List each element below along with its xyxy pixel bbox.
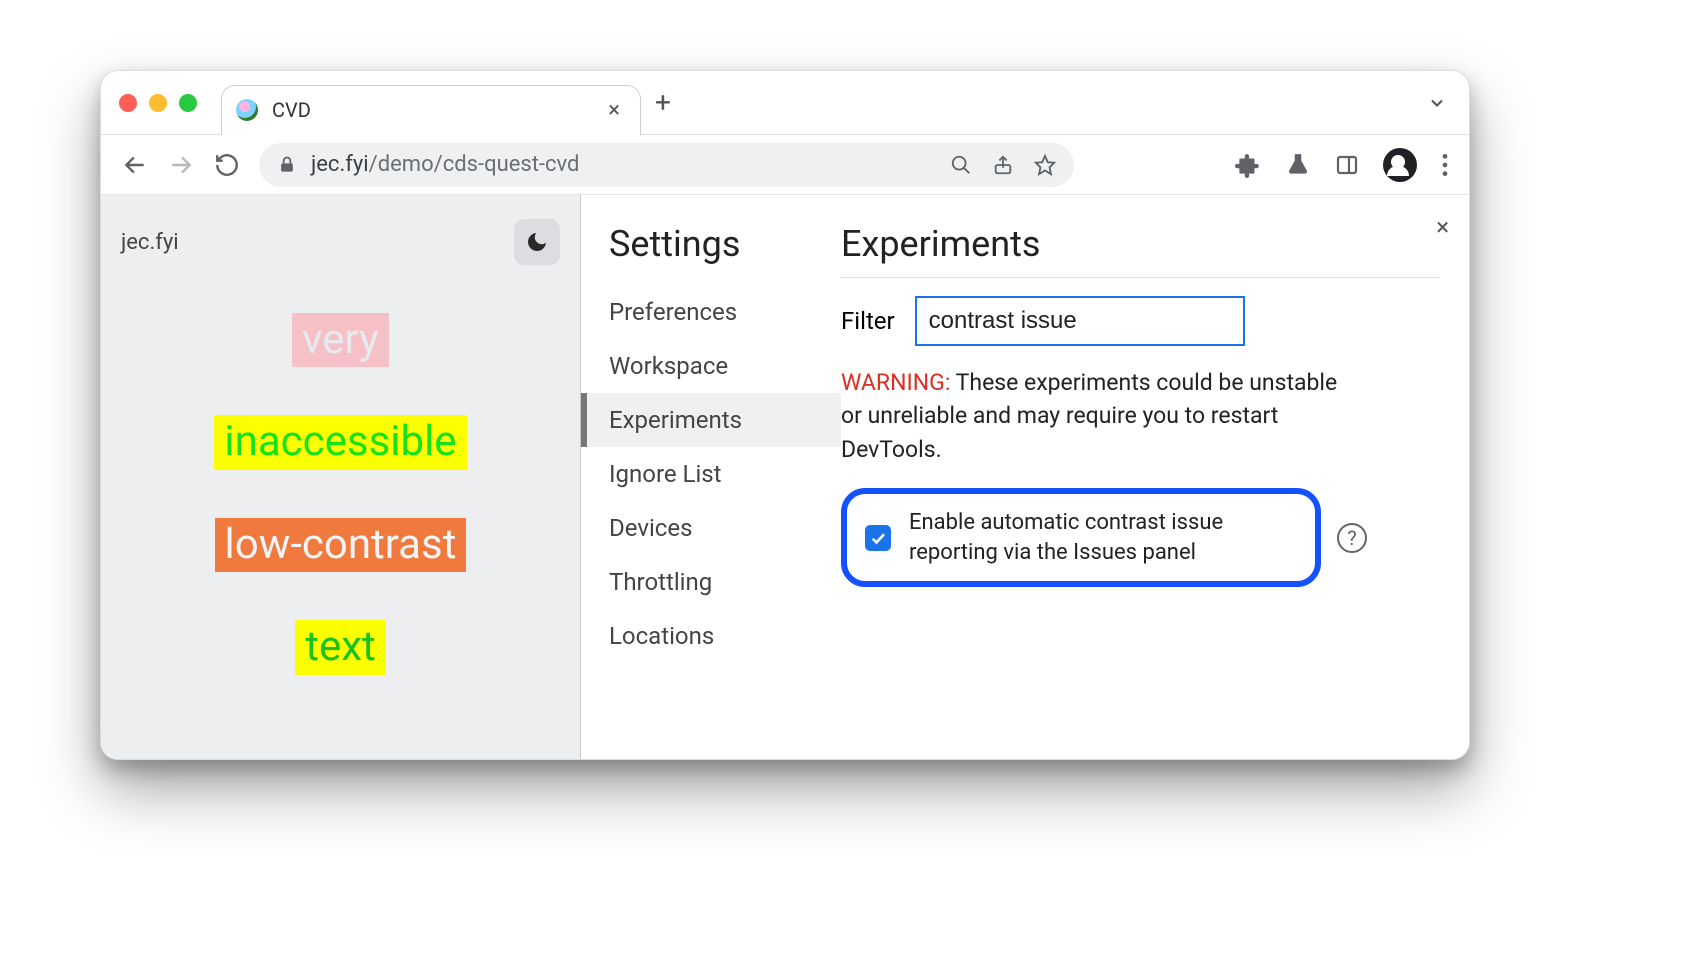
menu-item-throttling[interactable]: Throttling (581, 555, 841, 609)
site-title: jec.fyi (121, 230, 179, 255)
close-window-button[interactable] (119, 94, 137, 112)
titlebar: CVD × + (101, 71, 1469, 135)
settings-main: Experiments Filter WARNING: These experi… (841, 195, 1469, 759)
moon-icon (525, 230, 549, 254)
share-icon[interactable] (992, 154, 1014, 176)
experiment-label: Enable automatic contrast issue reportin… (909, 508, 1297, 567)
menu-item-locations[interactable]: Locations (581, 609, 841, 663)
omnibox-actions (950, 154, 1056, 176)
labs-flask-icon[interactable] (1285, 152, 1311, 178)
bookmark-star-icon[interactable] (1034, 154, 1056, 176)
menu-item-experiments[interactable]: Experiments (581, 393, 841, 447)
help-icon[interactable]: ? (1337, 523, 1367, 553)
browser-window: CVD × + jec.fyi/demo/cds-quest-cvd (100, 70, 1470, 760)
minimize-window-button[interactable] (149, 94, 167, 112)
panel-title: Experiments (841, 223, 1439, 278)
page-header: jec.fyi (121, 219, 560, 265)
url-host: jec.fyi (311, 152, 369, 177)
toolbar: jec.fyi/demo/cds-quest-cvd (101, 135, 1469, 195)
extensions-icon[interactable] (1235, 152, 1261, 178)
menu-item-ignore-list[interactable]: Ignore List (581, 447, 841, 501)
side-panel-icon[interactable] (1335, 153, 1359, 177)
settings-sidebar: Settings Preferences Workspace Experimen… (581, 195, 841, 759)
experiment-highlight: Enable automatic contrast issue reportin… (841, 488, 1321, 587)
dark-mode-toggle[interactable] (514, 219, 560, 265)
webpage-pane: jec.fyi very inaccessible low-contrast t… (101, 195, 581, 759)
zoom-icon[interactable] (950, 154, 972, 176)
address-bar[interactable]: jec.fyi/demo/cds-quest-cvd (259, 143, 1074, 187)
settings-menu: Preferences Workspace Experiments Ignore… (581, 285, 841, 663)
experiment-checkbox[interactable] (865, 525, 891, 551)
filter-input[interactable] (915, 296, 1245, 346)
menu-item-workspace[interactable]: Workspace (581, 339, 841, 393)
favicon-icon (236, 99, 258, 121)
settings-title: Settings (581, 223, 841, 285)
close-settings-button[interactable]: × (1436, 213, 1449, 241)
url-text: jec.fyi/demo/cds-quest-cvd (311, 152, 579, 177)
window-controls (119, 94, 197, 112)
lock-icon (277, 155, 297, 175)
reload-button[interactable] (213, 151, 241, 179)
devtools-pane: × Settings Preferences Workspace Experim… (581, 195, 1469, 759)
url-path: /demo/cds-quest-cvd (369, 152, 580, 177)
experiment-row: Enable automatic contrast issue reportin… (841, 488, 1439, 587)
toolbar-right (1235, 148, 1449, 182)
filter-label: Filter (841, 307, 895, 335)
profile-avatar[interactable] (1383, 148, 1417, 182)
new-tab-button[interactable]: + (655, 86, 671, 119)
warning-text: WARNING: These experiments could be unst… (841, 366, 1361, 466)
demo-word: text (295, 620, 386, 674)
menu-item-preferences[interactable]: Preferences (581, 285, 841, 339)
menu-kebab-icon[interactable] (1441, 152, 1449, 178)
filter-row: Filter (841, 296, 1439, 346)
menu-item-devices[interactable]: Devices (581, 501, 841, 555)
tabs-dropdown-button[interactable] (1427, 93, 1447, 113)
content-area: jec.fyi very inaccessible low-contrast t… (101, 195, 1469, 759)
browser-tab[interactable]: CVD × (221, 85, 641, 135)
demo-word: inaccessible (214, 415, 466, 469)
warning-label: WARNING: (841, 369, 950, 396)
maximize-window-button[interactable] (179, 94, 197, 112)
back-button[interactable] (121, 151, 149, 179)
forward-button[interactable] (167, 151, 195, 179)
demo-word: low-contrast (215, 518, 467, 572)
tab-title: CVD (272, 98, 311, 122)
demo-word: very (292, 313, 389, 367)
close-tab-button[interactable]: × (608, 98, 620, 123)
